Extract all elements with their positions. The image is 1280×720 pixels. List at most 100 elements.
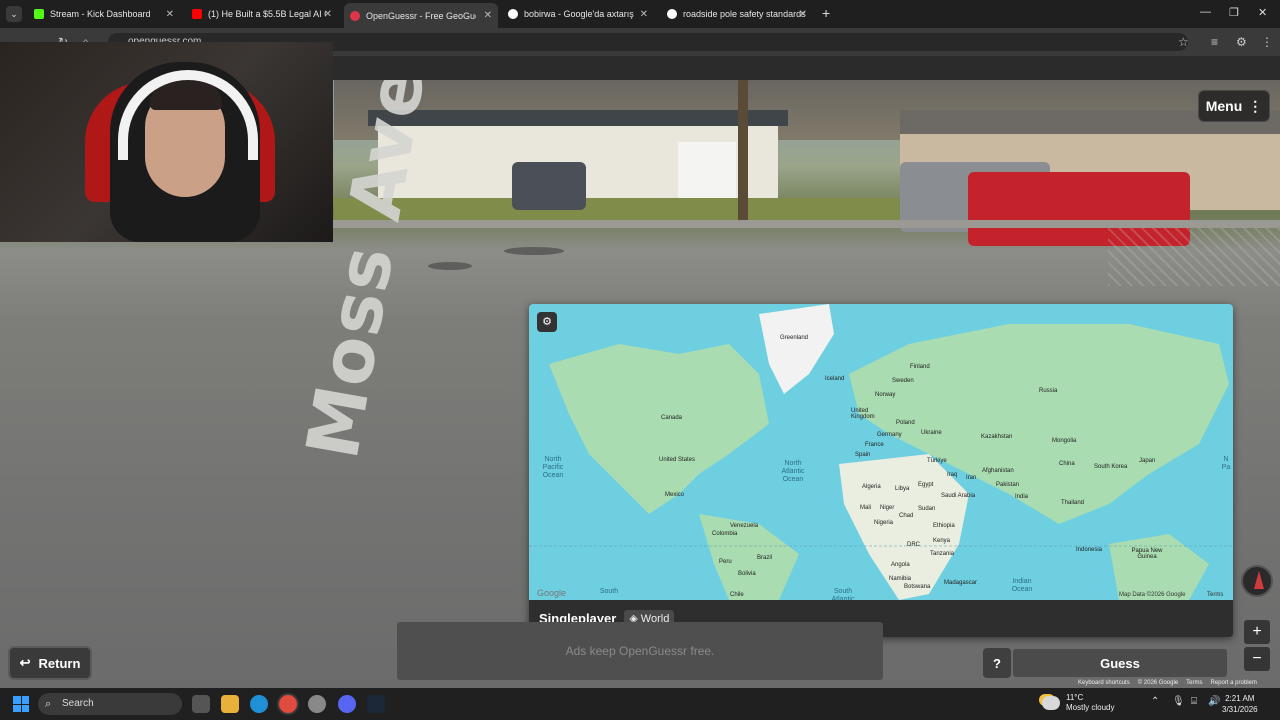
report-problem-link[interactable]: Report a problem	[1211, 680, 1257, 686]
map-label: Venezuela	[730, 523, 759, 529]
map-label: Poland	[896, 420, 915, 426]
window-close-icon[interactable]: ✕	[1258, 6, 1267, 19]
tab-kick-dashboard[interactable]: Stream - Kick Dashboard ✕	[28, 3, 180, 25]
task-view-icon[interactable]	[192, 695, 210, 713]
map-label: United States	[659, 457, 696, 463]
tab-title: Stream - Kick Dashboard	[50, 9, 151, 19]
show-hidden-icons-icon[interactable]: ⌃	[1151, 696, 1159, 707]
menu-label: Menu	[1205, 98, 1243, 114]
chrome-icon[interactable]	[279, 695, 297, 713]
guess-map-panel: ⚙ Greenland Iceland Finland Sweden Norwa…	[529, 304, 1233, 637]
map-label: Canada	[661, 415, 683, 421]
microphone-icon[interactable]: 🎙	[1172, 696, 1185, 707]
clock-date: 3/31/2026	[1222, 705, 1258, 714]
map-label: Iceland	[825, 376, 845, 382]
tab-search-button[interactable]: ⌄	[6, 6, 22, 22]
guess-button[interactable]: Guess	[1012, 648, 1228, 678]
taskbar-search[interactable]: ⌕ Search	[38, 693, 182, 715]
map-landmasses	[529, 304, 1233, 600]
discord-icon[interactable]	[338, 695, 356, 713]
tab-title: roadside pole safety standards	[683, 9, 806, 19]
chain-link-fence	[1108, 220, 1280, 286]
close-tab-icon[interactable]: ✕	[324, 9, 332, 20]
ad-text: Ads keep OpenGuessr free.	[565, 644, 715, 658]
file-explorer-icon[interactable]	[221, 695, 239, 713]
help-button[interactable]: ?	[983, 648, 1011, 678]
close-tab-icon[interactable]: ✕	[640, 9, 648, 20]
map-label: Chad	[899, 513, 914, 519]
media-control-icon[interactable]: ≡	[1211, 35, 1218, 49]
tab-openguessr[interactable]: OpenGuessr - Free GeoGuessr ✕	[344, 3, 498, 28]
windows-start-icon[interactable]	[13, 696, 29, 712]
clock-time: 2:21 AM	[1225, 694, 1255, 703]
map-label: Indonesia	[1076, 547, 1103, 553]
map-label: Bolivia	[738, 571, 756, 577]
google-logo: Google	[537, 588, 567, 598]
browser-menu-icon[interactable]: ⋮	[1261, 35, 1273, 49]
north-america-land	[549, 344, 769, 514]
minimize-icon[interactable]: —	[1200, 6, 1211, 18]
windows-taskbar: ⌕ Search 11°C Mostly cloudy ⌃ 🎙 ⌸ 🔊 2:21…	[0, 688, 1280, 720]
compass-icon[interactable]	[1241, 565, 1273, 597]
map-attribution: Map Data ©2026 Google	[1119, 592, 1186, 598]
map-label: Germany	[877, 432, 902, 438]
map-label: Kazakhstan	[981, 434, 1013, 440]
greenland-land	[759, 304, 834, 394]
world-map[interactable]: ⚙ Greenland Iceland Finland Sweden Norwa…	[529, 304, 1233, 603]
map-label: Spain	[855, 452, 871, 458]
streetview-footer: Keyboard shortcuts © 2026 Google Terms R…	[1078, 680, 1257, 686]
map-settings-button[interactable]: ⚙	[537, 312, 557, 332]
zoom-in-button[interactable]: +	[1244, 620, 1270, 644]
map-label: Papua New Guinea	[1131, 548, 1163, 560]
map-label: Sweden	[892, 378, 914, 384]
extensions-icon[interactable]: ⚙	[1236, 35, 1247, 49]
zoom-out-button[interactable]: −	[1244, 647, 1270, 671]
restore-icon[interactable]: ❐	[1229, 6, 1239, 19]
network-icon[interactable]: ⌸	[1191, 696, 1197, 707]
map-label: Brazil	[757, 555, 773, 561]
new-tab-button[interactable]: +	[822, 5, 830, 21]
map-label: Niger	[880, 505, 895, 511]
map-label: South Korea	[1094, 464, 1128, 470]
tab-google-search-bobirwa[interactable]: bobirwa - Google'da axtarış ✕	[502, 3, 654, 25]
map-label: Colombia	[712, 531, 738, 537]
app-icon[interactable]	[308, 695, 326, 713]
map-label: Mongolia	[1052, 438, 1077, 444]
map-label: Peru	[719, 559, 732, 565]
map-label: Iran	[966, 475, 977, 481]
map-label: Ethiopia	[933, 523, 955, 529]
browser-tab-strip: ⌄ Stream - Kick Dashboard ✕ (1) He Built…	[0, 0, 1280, 28]
map-label: Russia	[1039, 388, 1058, 394]
map-label: Namibia	[889, 576, 912, 582]
tab-youtube[interactable]: (1) He Built a $5.5B Legal AI Co ✕	[186, 3, 338, 25]
taskbar-clock[interactable]: 2:21 AM 3/31/2026	[1222, 693, 1258, 715]
close-tab-icon[interactable]: ✕	[484, 10, 492, 21]
terms-link[interactable]: Terms	[1186, 680, 1202, 686]
keyboard-shortcuts-link[interactable]: Keyboard shortcuts	[1078, 680, 1130, 686]
map-label: Afghanistan	[982, 468, 1014, 474]
close-tab-icon[interactable]: ✕	[799, 9, 807, 20]
menu-button[interactable]: Menu ⋮	[1198, 90, 1270, 122]
weather-widget[interactable]: 11°C Mostly cloudy	[1042, 693, 1114, 713]
close-tab-icon[interactable]: ✕	[166, 9, 174, 20]
volume-icon[interactable]: 🔊	[1208, 696, 1220, 707]
map-label: Chile	[730, 592, 744, 598]
map-terms-link[interactable]: Terms	[1207, 592, 1223, 598]
bookmark-star-icon[interactable]: ☆	[1178, 35, 1189, 49]
webcam-overlay	[0, 42, 333, 242]
return-label: Return	[38, 655, 81, 671]
map-label: Finland	[910, 364, 930, 370]
map-label: Mali	[860, 505, 872, 511]
utility-pole	[738, 80, 748, 220]
tab-google-search-pole[interactable]: roadside pole safety standards ✕	[661, 3, 813, 25]
map-label: Mexico	[665, 492, 685, 498]
steam-icon[interactable]	[367, 695, 385, 713]
map-label: Thailand	[1061, 500, 1085, 506]
map-label: Japan	[1139, 458, 1156, 464]
manhole	[428, 262, 472, 270]
edge-icon[interactable]	[250, 695, 268, 713]
return-button[interactable]: ↩ Return	[8, 646, 92, 680]
ocean-label: N Pa	[1221, 456, 1231, 471]
ad-placeholder: Ads keep OpenGuessr free.	[397, 622, 883, 680]
map-label: Algeria	[862, 484, 881, 490]
